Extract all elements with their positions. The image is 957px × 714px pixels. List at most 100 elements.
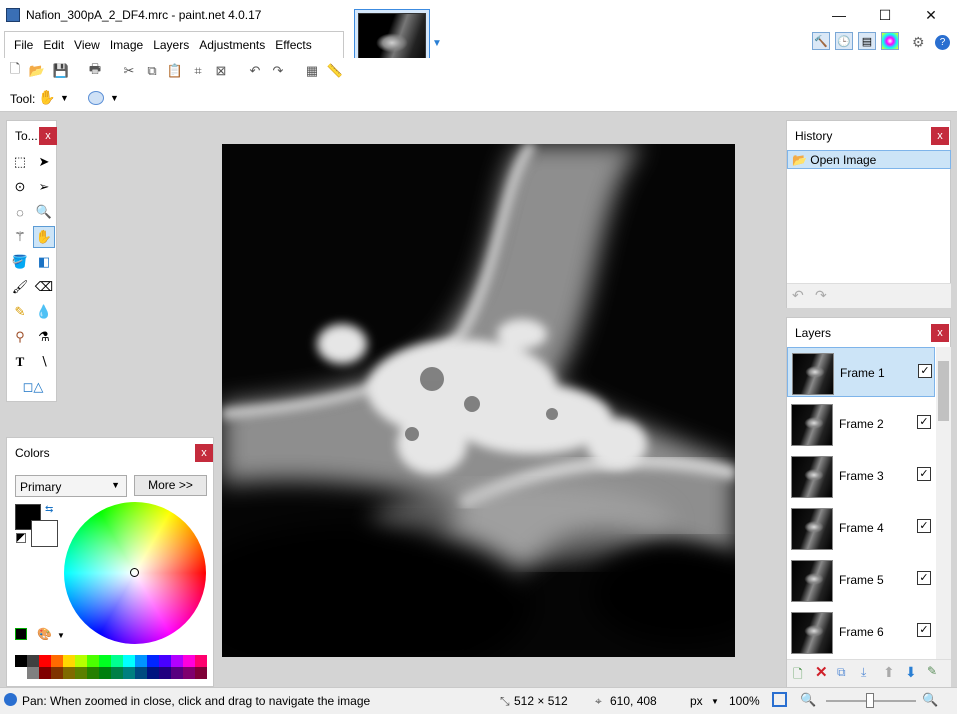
palette-swatch[interactable] [135, 655, 147, 667]
palette-swatch[interactable] [63, 655, 75, 667]
help-icon[interactable]: ? [935, 35, 950, 50]
palette-swatch[interactable] [75, 667, 87, 679]
move-layer-down-icon[interactable]: ⬇ [905, 664, 917, 681]
colors-window-toggle-icon[interactable] [881, 32, 899, 50]
tools-window-toggle-icon[interactable]: 🔨 [812, 32, 830, 50]
eraser-tool-icon[interactable]: ⌫ [33, 276, 55, 298]
clone-stamp-tool-icon[interactable]: ⚲ [9, 326, 31, 348]
image-list-dropdown-icon[interactable]: ▼ [432, 38, 442, 49]
reset-colors-icon[interactable] [16, 533, 26, 543]
palette-swatch[interactable] [99, 667, 111, 679]
menu-file[interactable]: File [9, 32, 38, 58]
layer-visibility-checkbox[interactable]: ✓ [917, 415, 931, 429]
delete-layer-icon[interactable]: ✕ [815, 663, 828, 681]
palette-swatch[interactable] [159, 667, 171, 679]
print-icon[interactable]: 🖶 [86, 61, 104, 80]
menu-layers[interactable]: Layers [148, 32, 194, 58]
duplicate-layer-icon[interactable]: ⧉ [837, 665, 846, 680]
deselect-icon[interactable]: ⊠ [212, 62, 230, 80]
palette-swatch[interactable] [99, 655, 111, 667]
pan-hand-icon[interactable]: ✋ [38, 89, 55, 106]
pan-tool-icon[interactable]: ✋ [33, 226, 55, 248]
palette-swatch[interactable] [39, 655, 51, 667]
minimize-button[interactable]: — [816, 0, 862, 30]
layers-window-toggle-icon[interactable]: ▤ [858, 32, 876, 50]
menu-image[interactable]: Image [105, 32, 148, 58]
zoom-out-icon[interactable]: 🔍 [800, 692, 816, 708]
swap-colors-icon[interactable]: ⇆ [45, 504, 53, 515]
palette-dropdown-icon[interactable]: ▼ [57, 631, 65, 640]
layer-row[interactable]: Frame 4 ✓ [787, 503, 935, 553]
image-canvas[interactable] [222, 144, 735, 657]
more-colors-button[interactable]: More >> [134, 475, 207, 496]
sampling-mode-icon[interactable] [88, 91, 104, 105]
menu-view[interactable]: View [69, 32, 105, 58]
layers-scrollbar[interactable] [936, 347, 951, 659]
layer-row[interactable]: Frame 2 ✓ [787, 399, 935, 449]
pencil-tool-icon[interactable]: ✎ [9, 301, 31, 323]
color-picker-tool-icon[interactable]: 💧 [33, 301, 55, 323]
magic-wand-tool-icon[interactable]: ⚚ [9, 226, 31, 248]
history-panel-close-button[interactable]: x [931, 127, 949, 145]
move-layer-up-icon[interactable]: ⬆ [883, 664, 895, 681]
redo-icon[interactable]: ↷ [269, 62, 287, 80]
cut-icon[interactable]: ✂ [120, 62, 138, 80]
sampling-dropdown-icon[interactable]: ▼ [110, 93, 119, 103]
zoom-in-icon[interactable]: 🔍 [922, 692, 938, 708]
recolor-tool-icon[interactable]: ⚗ [33, 326, 55, 348]
shapes-tool-icon[interactable]: ◻△ [17, 376, 49, 398]
palette-swatch[interactable] [147, 655, 159, 667]
layer-visibility-checkbox[interactable]: ✓ [918, 364, 932, 378]
color-mode-select[interactable]: Primary ▼ [15, 475, 127, 497]
palette-swatch[interactable] [87, 655, 99, 667]
add-to-palette-icon[interactable] [15, 628, 27, 640]
palette-swatch[interactable] [15, 667, 27, 679]
menu-adjustments[interactable]: Adjustments [194, 32, 270, 58]
colors-panel-close-button[interactable]: x [195, 444, 213, 462]
palette-swatch[interactable] [147, 667, 159, 679]
text-tool-icon[interactable]: T [9, 351, 31, 373]
line-curve-tool-icon[interactable]: ∖ [33, 351, 55, 373]
secondary-color-swatch[interactable] [31, 520, 58, 547]
color-wheel-cursor[interactable] [130, 568, 139, 577]
undo-icon[interactable]: ↶ [246, 62, 264, 80]
merge-layer-down-icon[interactable]: ⤓ [861, 665, 866, 680]
palette-swatch[interactable] [183, 667, 195, 679]
palette-swatch[interactable] [15, 655, 27, 667]
palette-swatch[interactable] [87, 667, 99, 679]
add-layer-icon[interactable]: 🗋 [793, 665, 803, 686]
crop-icon[interactable]: ⌗ [189, 62, 207, 80]
zoom-slider-thumb[interactable] [866, 693, 874, 708]
layers-scrollbar-thumb[interactable] [938, 361, 949, 421]
gradient-tool-icon[interactable]: ◧ [33, 251, 55, 273]
move-selection-tool-icon[interactable]: ➢ [33, 176, 55, 198]
layer-visibility-checkbox[interactable]: ✓ [917, 571, 931, 585]
grid-icon[interactable]: ▦ [303, 62, 321, 80]
history-redo-icon[interactable]: ↷ [815, 287, 827, 304]
close-window-button[interactable]: ✕ [908, 0, 954, 30]
paintbrush-tool-icon[interactable]: 🖌 [9, 276, 31, 298]
layer-visibility-checkbox[interactable]: ✓ [917, 623, 931, 637]
zoom-tool-icon[interactable]: 🔍 [33, 201, 55, 223]
palette-swatch[interactable] [39, 667, 51, 679]
copy-icon[interactable]: ⧉ [143, 62, 161, 80]
palette-swatch[interactable] [111, 667, 123, 679]
paste-icon[interactable]: 📋 [166, 62, 184, 80]
palette-swatch[interactable] [171, 655, 183, 667]
layer-row[interactable]: Frame 3 ✓ [787, 451, 935, 501]
palette-swatch[interactable] [51, 655, 63, 667]
history-window-toggle-icon[interactable]: 🕒 [835, 32, 853, 50]
palette-swatch[interactable] [195, 655, 207, 667]
lasso-select-tool-icon[interactable]: ⊙ [9, 176, 31, 198]
layer-row[interactable]: Frame 1 ✓ [787, 347, 935, 397]
palette-swatch[interactable] [123, 667, 135, 679]
layer-visibility-checkbox[interactable]: ✓ [917, 467, 931, 481]
menu-effects[interactable]: Effects [270, 32, 316, 58]
palette-swatch[interactable] [123, 655, 135, 667]
palette-menu-icon[interactable]: 🎨 [37, 627, 52, 641]
palette-swatch[interactable] [183, 655, 195, 667]
tools-panel-close-button[interactable]: x [39, 127, 57, 145]
open-file-icon[interactable]: 📂 [28, 62, 46, 80]
zoom-to-window-icon[interactable] [772, 692, 787, 707]
ruler-icon[interactable]: 📏 [326, 62, 344, 80]
